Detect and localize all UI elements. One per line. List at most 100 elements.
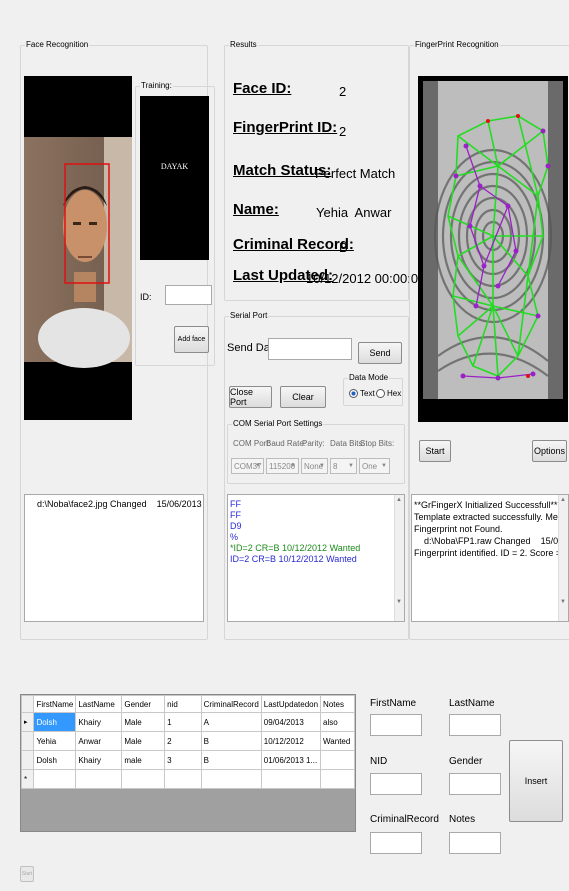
column-header[interactable]: LastUpdatedon (260, 695, 322, 713)
row-header[interactable]: ▸ (20, 712, 35, 732)
table-cell[interactable] (320, 750, 355, 770)
criminal-record-input[interactable] (370, 832, 422, 854)
scroll-down-icon[interactable]: ▼ (396, 599, 402, 605)
table-row[interactable]: ▸ Dolsh Khairy Male 1 A 09/04/2013 also (20, 712, 355, 732)
column-header[interactable]: LastName (75, 695, 123, 713)
stop-bits-label: Stop Bits: (360, 439, 395, 448)
training-title: Training: (140, 81, 173, 90)
column-header[interactable]: Notes (320, 695, 355, 713)
serial-log-line: % (230, 532, 239, 542)
scroll-up-icon[interactable]: ▲ (396, 497, 402, 503)
match-status-value: Perfect Match (315, 166, 396, 181)
table-cell[interactable]: Dolsh (33, 712, 77, 732)
serial-port-title: Serial Port (229, 311, 269, 320)
options-label: Options (533, 446, 566, 456)
add-face-button[interactable]: Add face (174, 326, 209, 353)
notes-input[interactable] (449, 832, 501, 854)
table-cell[interactable]: 3 (164, 750, 202, 770)
column-header[interactable]: FirstName (33, 695, 77, 713)
com-settings-title: COM Serial Port Settings (232, 419, 324, 428)
table-cell[interactable]: 01/06/2013 1... (260, 750, 322, 770)
row-header[interactable] (20, 750, 35, 770)
face-log-text: d:\Noba\face2.jpg Changed 15/06/2013 21:… (37, 499, 202, 509)
gender-label: Gender (449, 756, 483, 767)
close-port-button[interactable]: Close Port (229, 386, 272, 408)
table-row[interactable]: Dolsh Khairy male 3 B 01/06/2013 1... (20, 750, 355, 770)
scroll-down-icon[interactable]: ▼ (560, 599, 566, 605)
options-button[interactable]: Options (532, 440, 567, 462)
table-cell[interactable]: also (320, 712, 355, 732)
insert-button[interactable]: Insert (509, 740, 563, 822)
training-image: DAYAK (140, 96, 209, 260)
table-cell[interactable]: Khairy (75, 712, 123, 732)
table-cell[interactable]: B (200, 731, 262, 751)
table-cell[interactable] (164, 769, 202, 789)
mode-hex-radio[interactable]: Hex (376, 389, 401, 398)
add-face-label: Add face (177, 336, 206, 343)
send-data-input[interactable] (268, 338, 352, 360)
firstname-input[interactable] (370, 714, 422, 736)
table-row[interactable]: Yehia Anwar Male 2 B 10/12/2012 Wanted (20, 731, 355, 751)
camera-view (24, 76, 132, 420)
nid-label: NID (370, 756, 388, 767)
fingerprint-start-button[interactable]: Start (419, 440, 451, 462)
table-cell[interactable]: 09/04/2013 (260, 712, 322, 732)
send-button[interactable]: Send (358, 342, 402, 364)
table-cell[interactable]: 1 (164, 712, 202, 732)
mode-text-label: Text (360, 389, 375, 398)
new-row[interactable]: * (20, 769, 355, 789)
table-cell[interactable]: Anwar (75, 731, 123, 751)
table-cell[interactable]: B (200, 750, 262, 770)
fingerprint-log-scrollbar[interactable]: ▲ ▼ (558, 495, 568, 621)
gender-input[interactable] (449, 773, 501, 795)
table-cell[interactable]: Wanted (320, 731, 355, 751)
face-recognition-title: Face Recognition (25, 40, 90, 49)
chevron-down-icon: ▼ (381, 463, 387, 469)
fingerprint-view (418, 76, 568, 422)
row-header[interactable] (20, 731, 35, 751)
table-cell[interactable] (121, 769, 166, 789)
insert-label: Insert (524, 776, 548, 786)
table-cell[interactable] (260, 769, 322, 789)
table-cell[interactable] (33, 769, 77, 789)
table-cell[interactable]: Dolsh (33, 750, 77, 770)
serial-log: FF FF D9% *ID=2 CR=B 10/12/2012 Wanted ID=2 … (227, 494, 405, 622)
table-cell[interactable]: Male (121, 731, 166, 751)
com-port-select[interactable]: COM37 ▼ (231, 458, 264, 474)
serial-log-line: FF (230, 499, 241, 509)
table-cell[interactable] (75, 769, 123, 789)
com-settings-group: COM Serial Port Settings (227, 419, 405, 484)
fingerprint-title: FingerPrint Recognition (414, 40, 500, 49)
data-bits-value: 8 (333, 461, 338, 471)
parity-select[interactable]: None ▼ (301, 458, 328, 474)
radio-unchecked-icon (376, 389, 385, 398)
id-label: ID: (140, 292, 152, 302)
bottom-start-button[interactable]: Start (20, 866, 34, 882)
table-cell[interactable] (200, 769, 262, 789)
table-cell[interactable]: Yehia (33, 731, 77, 751)
table-cell[interactable]: Male (121, 712, 166, 732)
clear-button[interactable]: Clear (280, 386, 326, 408)
column-header[interactable]: nid (164, 695, 202, 713)
table-cell[interactable] (320, 769, 355, 789)
table-cell[interactable]: Khairy (75, 750, 123, 770)
baud-rate-select[interactable]: 115200 ▼ (266, 458, 299, 474)
table-cell[interactable]: male (121, 750, 166, 770)
lastname-input[interactable] (449, 714, 501, 736)
mode-text-radio[interactable]: Text (349, 389, 375, 398)
column-header[interactable]: CriminalRecord (200, 695, 262, 713)
table-cell[interactable]: 10/12/2012 (260, 731, 322, 751)
table-cell[interactable]: A (200, 712, 262, 732)
close-port-label: Close Port (230, 387, 254, 407)
records-grid[interactable]: FirstName LastName Gender nid CriminalRecord… (20, 694, 356, 832)
column-header[interactable]: Gender (121, 695, 166, 713)
criminal-record-form-label: CriminalRecord (370, 814, 439, 825)
serial-log-scrollbar[interactable]: ▲ ▼ (394, 495, 404, 621)
stop-bits-select[interactable]: One ▼ (359, 458, 390, 474)
data-bits-select[interactable]: 8 ▼ (330, 458, 357, 474)
id-input[interactable] (165, 285, 212, 305)
criminal-record-value: B (339, 240, 348, 255)
scroll-up-icon[interactable]: ▲ (560, 497, 566, 503)
nid-input[interactable] (370, 773, 422, 795)
table-cell[interactable]: 2 (164, 731, 202, 751)
